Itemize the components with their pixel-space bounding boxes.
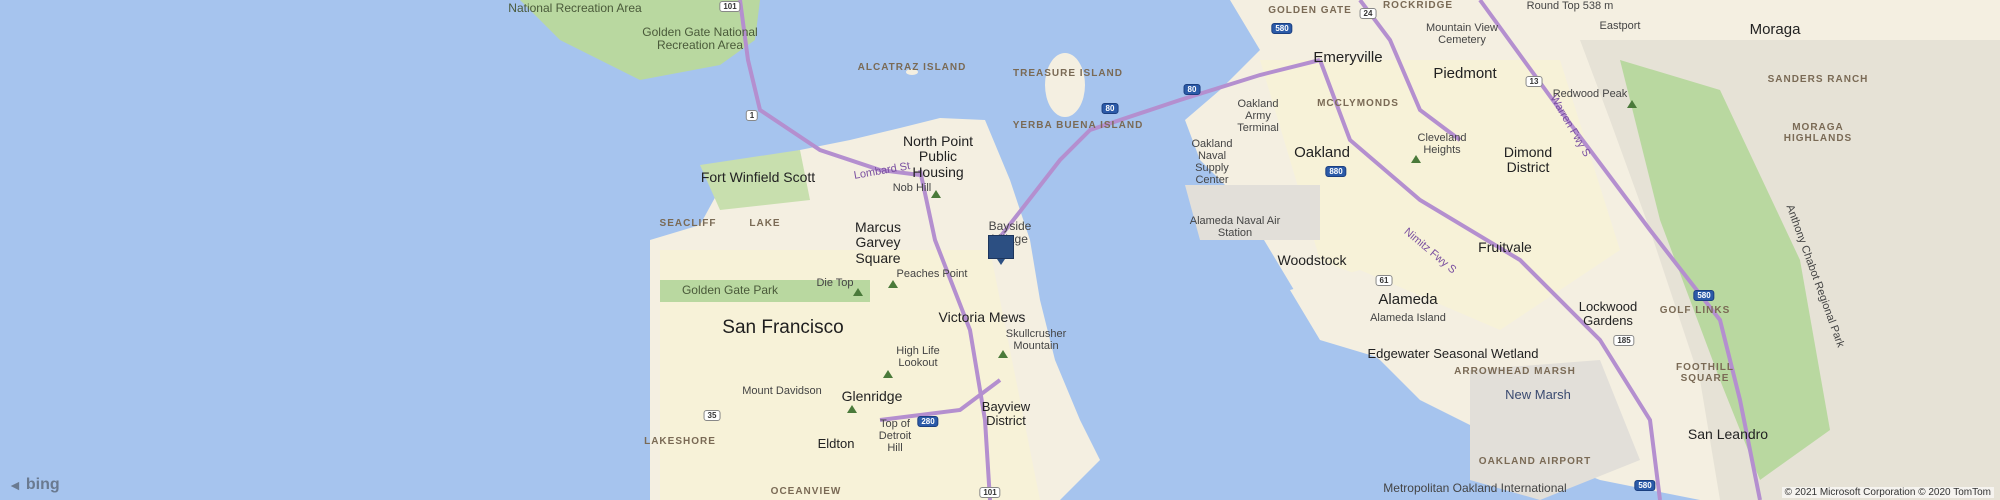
mount-davidson-label: Mount Davidson bbox=[742, 385, 822, 397]
oceanview-label: OCEANVIEW bbox=[770, 486, 842, 497]
moraga-label: Moraga bbox=[1749, 21, 1801, 38]
seacliff-label: SEACLIFF bbox=[659, 218, 717, 229]
route-shield-185: 185 bbox=[1613, 335, 1635, 346]
route-shield-101: 101 bbox=[719, 1, 741, 12]
route-shield-101-b: 101 bbox=[979, 487, 1001, 498]
redwood-peak-label: Redwood Peak bbox=[1552, 88, 1628, 100]
location-pin-icon[interactable] bbox=[988, 235, 1014, 265]
eastport-label: Eastport bbox=[1599, 20, 1641, 32]
piedmont-label: Piedmont bbox=[1433, 65, 1497, 82]
san-francisco-label: San Francisco bbox=[722, 317, 844, 338]
dimond-district-label: Dimond District bbox=[1503, 144, 1553, 176]
oakland-label: Oakland bbox=[1294, 144, 1350, 161]
route-shield-280: 280 bbox=[917, 416, 939, 427]
nob-hill-label: Nob Hill bbox=[892, 182, 932, 194]
edgewater-wetland-label: Edgewater Seasonal Wetland bbox=[1367, 346, 1539, 361]
san-leandro-label: San Leandro bbox=[1687, 426, 1769, 442]
round-top-label: Round Top 538 m bbox=[1526, 0, 1614, 12]
eldton-label: Eldton bbox=[817, 436, 855, 451]
nob-hill-peak-icon bbox=[931, 190, 941, 198]
route-shield-1: 1 bbox=[745, 110, 759, 121]
peaches-point-label: Peaches Point bbox=[896, 268, 968, 280]
oakland-army-terminal-label: Oakland Army Terminal bbox=[1237, 98, 1279, 135]
route-shield-61: 61 bbox=[1375, 275, 1393, 286]
map-canvas[interactable]: National Recreation Area Golden Gate Nat… bbox=[0, 0, 2000, 500]
bing-b-icon: ◄ bbox=[8, 477, 22, 493]
treasure-island-label: TREASURE ISLAND bbox=[1012, 68, 1124, 79]
national-recreation-area-label: National Recreation Area bbox=[508, 1, 642, 15]
route-shield-35: 35 bbox=[703, 410, 721, 421]
north-point-label: North Point Public Housing bbox=[902, 133, 974, 180]
peak-marker-icon bbox=[1627, 100, 1637, 108]
bayview-district-label: Bayview District bbox=[981, 399, 1031, 429]
mcclymonds-label: MCCLYMONDS bbox=[1317, 98, 1399, 109]
skullcrusher-peak-icon bbox=[998, 350, 1008, 358]
lake-label: LAKE bbox=[749, 218, 781, 229]
mountain-view-cemetery-label: Mountain View Cemetery bbox=[1426, 22, 1498, 47]
route-shield-580-c: 580 bbox=[1634, 480, 1656, 491]
emeryville-label: Emeryville bbox=[1313, 49, 1383, 66]
route-shield-580-a: 580 bbox=[1271, 23, 1293, 34]
route-shield-13: 13 bbox=[1525, 76, 1543, 87]
route-shield-80-a: 80 bbox=[1101, 103, 1119, 114]
rockridge-label: ROCKRIDGE bbox=[1382, 0, 1454, 11]
fort-winfield-scott-label: Fort Winfield Scott bbox=[700, 169, 816, 185]
route-shield-580-b: 580 bbox=[1693, 290, 1715, 301]
woodstock-label: Woodstock bbox=[1277, 252, 1347, 268]
route-shield-880: 880 bbox=[1325, 166, 1347, 177]
cleveland-heights-label: Cleveland Heights bbox=[1417, 132, 1467, 157]
golden-gate-nra-label: Golden Gate National Recreation Area bbox=[642, 25, 758, 53]
die-top-label: Die Top bbox=[816, 277, 854, 289]
oakland-naval-supply-label: Oakland Naval Supply Center bbox=[1191, 138, 1233, 187]
yerba-buena-island-label: YERBA BUENA ISLAND bbox=[1012, 120, 1144, 131]
alameda-island-label: Alameda Island bbox=[1370, 312, 1446, 324]
route-shield-80-b: 80 bbox=[1183, 84, 1201, 95]
alameda-naval-air-label: Alameda Naval Air Station bbox=[1189, 215, 1281, 240]
marcus-garvey-label: Marcus Garvey Square bbox=[855, 219, 901, 266]
sanders-ranch-label: SANDERS RANCH bbox=[1767, 74, 1869, 85]
high-life-lookout-label: High Life Lookout bbox=[896, 345, 940, 370]
bing-wordmark: bing bbox=[25, 476, 60, 493]
golden-gate-park-label: Golden Gate Park bbox=[681, 283, 779, 297]
lockwood-gardens-label: Lockwood Gardens bbox=[1578, 299, 1638, 329]
golf-links-label: GOLF LINKS bbox=[1659, 305, 1731, 316]
high-life-peak-icon bbox=[883, 370, 893, 378]
alameda-label: Alameda bbox=[1378, 291, 1438, 308]
foothill-square-label: FOOTHILL SQUARE bbox=[1676, 362, 1734, 384]
alcatraz-island-label: ALCATRAZ ISLAND bbox=[857, 62, 967, 73]
peaches-point-peak-icon bbox=[888, 280, 898, 288]
moraga-highlands-label: MORAGA HIGHLANDS bbox=[1783, 122, 1853, 144]
new-marsh-label: New Marsh bbox=[1505, 387, 1571, 402]
fruitvale-label: Fruitvale bbox=[1478, 239, 1532, 255]
metropolitan-oakland-label: Metropolitan Oakland International bbox=[1383, 481, 1567, 495]
golden-gate-district-label: GOLDEN GATE bbox=[1268, 5, 1352, 16]
bing-logo: ◄ bing bbox=[8, 476, 60, 494]
glenridge-label: Glenridge bbox=[841, 388, 903, 404]
arrowhead-marsh-label: ARROWHEAD MARSH bbox=[1454, 366, 1576, 377]
skullcrusher-mountain-label: Skullcrusher Mountain bbox=[1005, 328, 1067, 353]
victoria-mews-label: Victoria Mews bbox=[938, 309, 1026, 325]
glenridge-peak-icon bbox=[847, 405, 857, 413]
cleveland-heights-peak-icon bbox=[1411, 155, 1421, 163]
map-copyright: © 2021 Microsoft Corporation © 2020 TomT… bbox=[1781, 487, 1994, 498]
die-top-peak-icon bbox=[853, 288, 863, 296]
route-shield-24: 24 bbox=[1359, 8, 1377, 19]
oakland-airport-label: OAKLAND AIRPORT bbox=[1478, 456, 1592, 467]
lakeshore-label: LAKESHORE bbox=[644, 436, 716, 447]
top-of-detroit-hill-label: Top of Detroit Hill bbox=[878, 418, 912, 455]
